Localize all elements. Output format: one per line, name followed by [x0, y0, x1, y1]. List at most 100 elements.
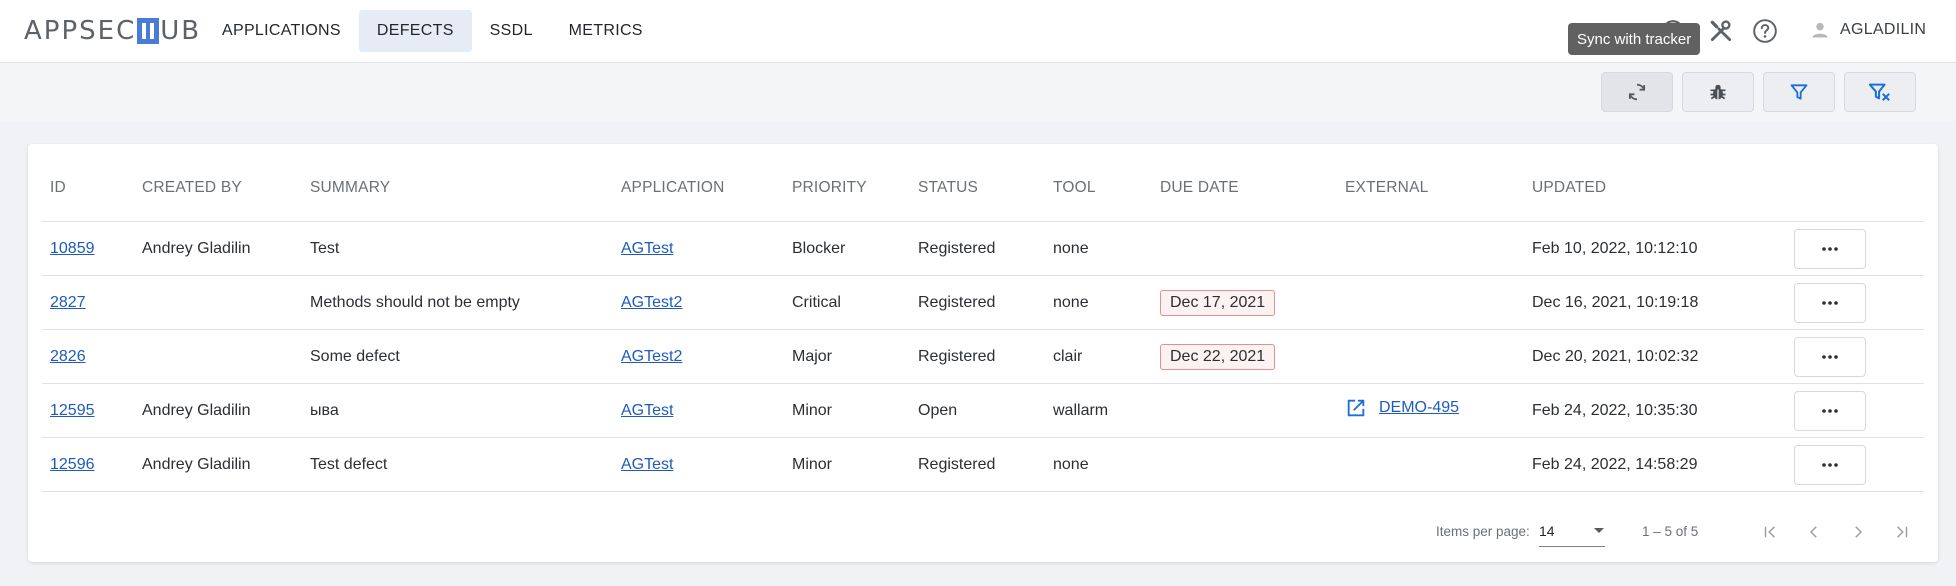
created-by-cell [134, 275, 302, 330]
col-priority[interactable]: PRIORITY [784, 154, 910, 222]
last-page-icon [1896, 526, 1908, 538]
created-by-cell: Andrey Gladilin [134, 383, 302, 438]
status-cell: Registered [910, 275, 1045, 330]
defect-id-link[interactable]: 12596 [50, 456, 95, 473]
filter-icon [1790, 84, 1808, 100]
logo-text-right: UB [160, 16, 202, 46]
bug-icon [1710, 84, 1726, 100]
open-in-new-icon[interactable] [1345, 397, 1367, 419]
first-page-button[interactable] [1756, 518, 1784, 546]
more-horizontal-icon [1822, 408, 1838, 413]
col-summary[interactable]: SUMMARY [302, 154, 613, 222]
row-actions-button[interactable] [1794, 336, 1866, 377]
priority-cell: Blocker [784, 221, 910, 276]
previous-page-button[interactable] [1800, 518, 1828, 546]
col-tool[interactable]: TOOL [1045, 154, 1152, 222]
defects-table: ID CREATED BY SUMMARY APPLICATION PRIORI… [42, 154, 1924, 492]
due-date-cell [1152, 221, 1337, 276]
logo-h-mark [137, 18, 160, 44]
table-header-row: ID CREATED BY SUMMARY APPLICATION PRIORI… [42, 154, 1924, 222]
overdue-badge: Dec 22, 2021 [1160, 343, 1276, 370]
table-row[interactable]: 10859 Andrey Gladilin Test AGTest Blocke… [42, 221, 1924, 276]
external-ticket-link[interactable]: DEMO-495 [1379, 399, 1459, 417]
top-navbar: APPSEC UB APPLICATIONS DEFECTS SSDL METRI… [0, 0, 1956, 63]
application-link[interactable]: AGTest [621, 456, 673, 473]
col-external[interactable]: EXTERNAL [1337, 154, 1524, 222]
last-page-button[interactable] [1888, 518, 1916, 546]
col-id[interactable]: ID [42, 154, 134, 222]
defect-id-link[interactable]: 12595 [50, 402, 95, 419]
external-cell [1337, 437, 1524, 492]
external-cell [1337, 275, 1524, 330]
row-actions-button[interactable] [1794, 390, 1866, 431]
defects-card: ID CREATED BY SUMMARY APPLICATION PRIORI… [28, 144, 1938, 562]
status-cell: Registered [910, 221, 1045, 276]
items-per-page-label: Items per page: [1436, 524, 1530, 539]
table-row[interactable]: 2827 Methods should not be empty AGTest2… [42, 275, 1924, 330]
application-link[interactable]: AGTest2 [621, 294, 682, 311]
table-row[interactable]: 2826 Some defect AGTest2 Major Registere… [42, 329, 1924, 384]
chevron-right-icon [1855, 526, 1863, 538]
summary-cell: Test defect [302, 437, 613, 492]
updated-cell: Feb 24, 2022, 10:35:30 [1524, 383, 1786, 438]
updated-cell: Dec 20, 2021, 10:02:32 [1524, 329, 1786, 384]
more-horizontal-icon [1822, 246, 1838, 251]
tools-icon[interactable] [1708, 18, 1734, 44]
help-icon[interactable] [1752, 18, 1778, 44]
created-by-cell [134, 329, 302, 384]
summary-cell: Some defect [302, 329, 613, 384]
row-actions-button[interactable] [1794, 282, 1866, 323]
row-actions-button[interactable] [1794, 228, 1866, 269]
col-status[interactable]: STATUS [910, 154, 1045, 222]
external-cell: DEMO-495 [1337, 383, 1524, 438]
col-due-date[interactable]: DUE DATE [1152, 154, 1337, 222]
col-created-by[interactable]: CREATED BY [134, 154, 302, 222]
defect-id-link[interactable]: 2827 [50, 294, 86, 311]
clear-filter-icon [1868, 83, 1890, 101]
updated-cell: Feb 10, 2022, 10:12:10 [1524, 221, 1786, 276]
status-cell: Registered [910, 437, 1045, 492]
col-application[interactable]: APPLICATION [613, 154, 784, 222]
external-cell [1337, 221, 1524, 276]
table-row[interactable]: 12596 Andrey Gladilin Test defect AGTest… [42, 437, 1924, 492]
items-per-page-select[interactable]: 14 [1539, 516, 1605, 547]
more-horizontal-icon [1822, 462, 1838, 467]
username: AGLADILIN [1840, 21, 1927, 38]
tab-defects[interactable]: DEFECTS [358, 10, 472, 52]
status-cell: Registered [910, 329, 1045, 384]
page-range-label: 1 – 5 of 5 [1642, 524, 1699, 539]
defects-toolbar [0, 63, 1956, 121]
due-date-cell [1152, 437, 1337, 492]
updated-cell: Dec 16, 2021, 10:19:18 [1524, 275, 1786, 330]
summary-cell: ыва [302, 383, 613, 438]
defect-id-link[interactable]: 10859 [50, 240, 95, 257]
tab-metrics[interactable]: METRICS [551, 10, 661, 52]
application-link[interactable]: AGTest [621, 240, 673, 257]
appsechub-logo[interactable]: APPSEC UB [24, 15, 201, 47]
external-cell [1337, 329, 1524, 384]
col-updated[interactable]: UPDATED [1524, 154, 1786, 222]
tab-applications[interactable]: APPLICATIONS [204, 10, 359, 52]
next-page-button[interactable] [1844, 518, 1872, 546]
created-by-cell: Andrey Gladilin [134, 221, 302, 276]
create-defect-button[interactable] [1682, 72, 1754, 112]
application-link[interactable]: AGTest2 [621, 348, 682, 365]
tab-ssdl[interactable]: SSDL [472, 10, 551, 52]
defect-id-link[interactable]: 2826 [50, 348, 86, 365]
clear-filter-button[interactable] [1844, 72, 1916, 112]
chevron-down-icon [1594, 528, 1604, 533]
created-by-cell: Andrey Gladilin [134, 437, 302, 492]
user-menu[interactable]: AGLADILIN [1810, 20, 1926, 40]
more-horizontal-icon [1822, 300, 1838, 305]
sync-tooltip: Sync with tracker [1568, 23, 1701, 55]
row-actions-button[interactable] [1794, 444, 1866, 485]
filter-button[interactable] [1763, 72, 1835, 112]
application-link[interactable]: AGTest [621, 402, 673, 419]
overdue-badge: Dec 17, 2021 [1160, 289, 1276, 316]
items-per-page-value: 14 [1539, 523, 1555, 539]
summary-cell: Test [302, 221, 613, 276]
table-row[interactable]: 12595 Andrey Gladilin ыва AGTest Minor O… [42, 383, 1924, 438]
tool-cell: clair [1045, 329, 1152, 384]
priority-cell: Minor [784, 383, 910, 438]
sync-button[interactable] [1601, 72, 1673, 112]
